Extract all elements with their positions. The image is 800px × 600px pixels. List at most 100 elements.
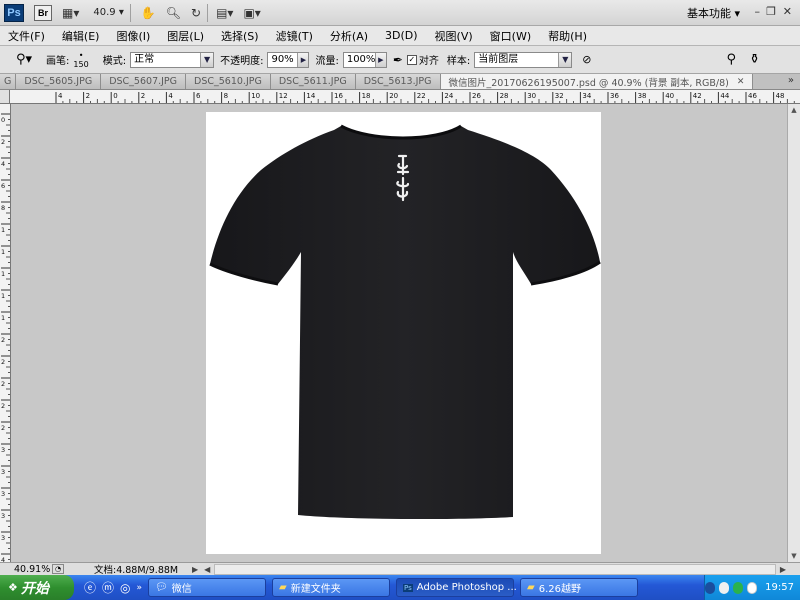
restore-icon[interactable]: ❐ xyxy=(766,5,776,18)
document-canvas[interactable] xyxy=(206,112,601,554)
ie-icon[interactable]: ⓔ xyxy=(84,579,96,596)
quicklaunch-more-icon[interactable]: » xyxy=(137,583,143,593)
ruler-label: 3 xyxy=(1,512,5,520)
scroll-up-arrow[interactable]: ▲ xyxy=(788,104,800,116)
ruler-label: 4 xyxy=(168,92,173,100)
photoshop-logo[interactable]: Ps xyxy=(4,3,24,22)
tray-network-icon[interactable] xyxy=(705,581,715,594)
opacity-input[interactable]: 90% ▶ xyxy=(267,51,310,68)
application-bar: Ps Br ▦▾ 40.9 ▾ ✋ 🔍︎ ↻ ▤▾ ▣▾ 基本功能 ▾ – ❐ … xyxy=(0,0,800,26)
close-icon[interactable]: ✕ xyxy=(783,5,792,18)
tab-document[interactable]: DSC_5605.JPG xyxy=(16,74,102,89)
tray-qq-icon[interactable] xyxy=(718,581,729,594)
ruler-label: 2 xyxy=(1,336,5,344)
status-menu-icon[interactable]: ◔ xyxy=(52,564,64,574)
ruler-label: 28 xyxy=(500,92,509,100)
menu-image[interactable]: 图像(I) xyxy=(116,28,150,44)
tab-document[interactable]: DSC_5613.JPG xyxy=(355,74,441,89)
tab-document[interactable]: DSC_5607.JPG xyxy=(101,74,187,89)
status-zoom[interactable]: 40.91% xyxy=(14,564,50,575)
ruler-label: 1 xyxy=(1,270,5,278)
sample-select[interactable]: 当前图层 ▼ xyxy=(474,51,573,68)
taskbar-item-folder[interactable]: ▰ 新建文件夹 xyxy=(272,578,391,597)
zoom-icon[interactable]: 🔍︎ xyxy=(166,6,181,20)
hand-icon[interactable]: ✋ xyxy=(141,6,156,20)
rotate-view-icon[interactable]: ↻ xyxy=(191,6,201,20)
flow-label: 流量: xyxy=(315,56,339,67)
ruler-label: 8 xyxy=(1,204,5,212)
clone-stamp-tool-icon[interactable]: ⚲▾ xyxy=(16,52,32,67)
horizontal-scrollbar-track[interactable] xyxy=(214,563,776,575)
minimize-icon[interactable]: – xyxy=(755,5,761,18)
ruler-label: 36 xyxy=(610,92,619,100)
ruler-label: 6 xyxy=(196,92,201,100)
menu-view[interactable]: 视图(V) xyxy=(435,28,473,44)
tray-security-icon[interactable] xyxy=(746,581,758,594)
vertical-scrollbar[interactable]: ▲ ▼ xyxy=(787,104,800,562)
ruler-label: 30 xyxy=(527,92,536,100)
workspace-switcher[interactable]: 基本功能 ▾ xyxy=(687,5,740,21)
menu-file[interactable]: 文件(F) xyxy=(8,28,45,44)
ruler-label: 4 xyxy=(1,160,5,168)
folder-icon: ▰ xyxy=(527,582,535,593)
scroll-left-arrow[interactable]: ◀ xyxy=(204,565,210,574)
vertical-ruler[interactable]: 0246811111222223333344 xyxy=(0,104,11,562)
menu-edit[interactable]: 编辑(E) xyxy=(62,28,100,44)
zoom-level-dropdown[interactable]: 40.9 ▾ xyxy=(93,7,123,18)
ruler-origin[interactable] xyxy=(0,90,10,104)
ignore-adjustment-layers-icon[interactable]: ⊘ xyxy=(582,53,591,66)
menu-layer[interactable]: 图层(L) xyxy=(167,28,204,44)
ruler-label: 3 xyxy=(1,446,5,454)
scroll-down-arrow[interactable]: ▼ xyxy=(788,550,800,562)
menu-3d[interactable]: 3D(D) xyxy=(385,29,418,42)
status-expand-arrow[interactable]: ▶ xyxy=(192,565,198,574)
horizontal-ruler[interactable]: 4 2 0 2 4 6 8 10 12 14 16 18 20 22 24 26 28 30 32 34 36 38 40 4… xyxy=(10,90,800,104)
tool-preset-icon[interactable]: ⚱ xyxy=(749,52,760,67)
arrange-documents-icon[interactable]: ▤▾ xyxy=(216,6,233,20)
start-button[interactable]: ❖ 开始 xyxy=(0,575,74,600)
taskbar-item-wechat[interactable]: 💬︎ 微信 xyxy=(148,578,267,597)
menu-select[interactable]: 选择(S) xyxy=(221,28,259,44)
ruler-label: 1 xyxy=(1,248,5,256)
airbrush-icon[interactable]: ✒ xyxy=(393,53,403,67)
aligned-checkbox[interactable]: ✓ xyxy=(406,54,417,65)
taskbar-item-folder-626[interactable]: ▰ 6.26越野 xyxy=(520,578,639,597)
tab-document[interactable]: G xyxy=(0,74,17,89)
menu-filter[interactable]: 滤镜(T) xyxy=(276,28,313,44)
photoshop-icon: Ps xyxy=(403,583,413,592)
taskbar-item-photoshop[interactable]: Ps Adobe Photoshop ... xyxy=(396,578,517,597)
flow-input[interactable]: 100% ▶ xyxy=(342,51,387,68)
menu-help[interactable]: 帮助(H) xyxy=(548,28,587,44)
ruler-label: 1 xyxy=(1,314,5,322)
clone-source-panel-icon[interactable]: ⚲ xyxy=(726,52,736,67)
mode-select[interactable]: 正常 ▼ xyxy=(130,51,215,68)
mini-bridge-icon[interactable]: ▦▾ xyxy=(62,6,79,20)
vertical-ruler-ticks: 0246811111222223333344 xyxy=(1,113,10,562)
screen-mode-icon[interactable]: ▣▾ xyxy=(243,6,260,20)
menu-window[interactable]: 窗口(W) xyxy=(490,28,531,44)
brush-preset-picker[interactable]: • 150 xyxy=(73,51,88,69)
close-tab-icon[interactable]: ✕ xyxy=(737,77,745,87)
clock[interactable]: 19:57 xyxy=(765,582,794,593)
bridge-button[interactable]: Br xyxy=(34,4,52,21)
menu-analysis[interactable]: 分析(A) xyxy=(330,28,368,44)
ruler-label: 14 xyxy=(306,92,315,100)
ruler-label: 10 xyxy=(251,92,260,100)
ruler-label: 2 xyxy=(1,138,5,146)
tab-document[interactable]: DSC_5611.JPG xyxy=(270,74,356,89)
scroll-right-arrow[interactable]: ▶ xyxy=(780,565,786,574)
tab-overflow-icon[interactable]: » xyxy=(788,75,794,86)
ruler-label: 22 xyxy=(417,92,426,100)
maxthon-icon[interactable]: ⓜ xyxy=(102,579,114,596)
horizontal-ruler-ticks: 4 2 0 2 4 6 8 10 12 14 16 18 20 22 24 26 28 30 32 34 36 38 40 4… xyxy=(55,92,795,103)
ruler-label: 44 xyxy=(720,92,729,100)
chevron-right-icon[interactable]: ▶ xyxy=(374,52,386,67)
tab-active-document[interactable]: 微信图片_20170626195007.psd @ 40.9% (背景 副本, … xyxy=(440,74,754,89)
browser-icon[interactable]: ◎ xyxy=(120,581,130,595)
ruler-label: 16 xyxy=(334,92,343,100)
chevron-right-icon[interactable]: ▶ xyxy=(297,52,309,67)
chevron-down-icon: ▼ xyxy=(558,52,572,67)
ruler-label: 3 xyxy=(1,534,5,542)
tab-document[interactable]: DSC_5610.JPG xyxy=(186,74,271,89)
tray-sound-icon[interactable] xyxy=(732,581,743,594)
